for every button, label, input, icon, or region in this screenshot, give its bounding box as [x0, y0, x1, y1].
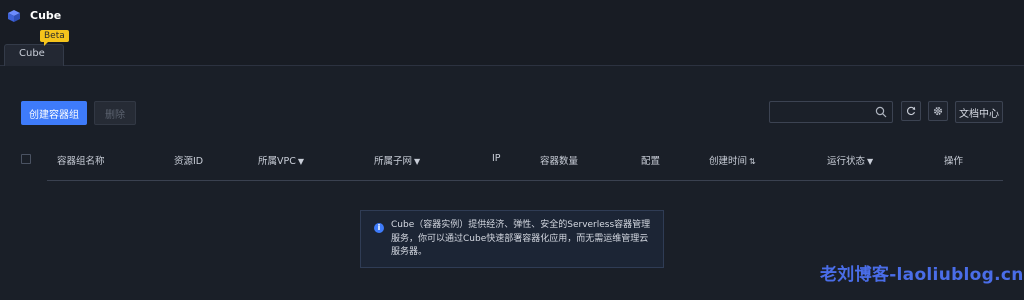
- app-title: Cube: [30, 9, 62, 22]
- column-vpc[interactable]: 所属VPC ▼: [258, 153, 304, 167]
- search-box[interactable]: [769, 101, 893, 123]
- column-actions: 操作: [944, 156, 964, 167]
- gear-icon: [933, 106, 943, 116]
- tab-strip: [0, 36, 1024, 66]
- cube-logo-icon: [8, 10, 20, 22]
- top-bar: Cube: [0, 0, 1024, 36]
- column-ip: IP: [492, 153, 501, 164]
- table-header: 容器组名称 资源ID 所属VPC ▼ 所属子网 ▼ IP 容器数量 配置 创建时间 ⇅…: [18, 148, 1004, 170]
- info-icon: i: [374, 223, 384, 233]
- notice-text: Cube（容器实例）提供经济、弹性、安全的Serverless容器管理服务，你可…: [391, 220, 651, 257]
- filter-caret-icon[interactable]: ▼: [298, 157, 304, 166]
- info-notice: i Cube（容器实例）提供经济、弹性、安全的Serverless容器管理服务，…: [360, 210, 664, 268]
- refresh-button[interactable]: [901, 101, 921, 121]
- column-status[interactable]: 运行状态 ▼: [827, 153, 873, 167]
- column-status-label: 运行状态: [827, 156, 866, 167]
- refresh-icon: [907, 106, 916, 116]
- filter-caret-icon[interactable]: ▼: [414, 157, 420, 166]
- tab-label: Cube: [19, 48, 45, 59]
- column-vpc-label: 所属VPC: [258, 156, 296, 167]
- column-config: 配置: [641, 156, 661, 167]
- search-input[interactable]: [774, 104, 878, 122]
- sort-icon[interactable]: ⇅: [749, 157, 756, 166]
- column-subnet-label: 所属子网: [374, 156, 413, 167]
- column-created-time[interactable]: 创建时间 ⇅: [709, 153, 756, 167]
- settings-button[interactable]: [928, 101, 948, 121]
- column-subnet[interactable]: 所属子网 ▼: [374, 153, 420, 167]
- tab-cube[interactable]: Cube: [4, 44, 64, 66]
- column-name: 容器组名称: [57, 156, 105, 167]
- watermark: 老刘博客-laoliublog.cn: [820, 265, 1024, 285]
- column-container-count: 容器数量: [540, 156, 579, 167]
- table-divider: [47, 180, 1003, 181]
- create-container-group-button[interactable]: 创建容器组: [21, 101, 87, 125]
- docs-center-button[interactable]: 文档中心: [955, 101, 1003, 123]
- filter-caret-icon[interactable]: ▼: [867, 157, 873, 166]
- search-icon[interactable]: [875, 106, 887, 118]
- beta-badge: Beta: [40, 30, 69, 46]
- delete-button[interactable]: 删除: [94, 101, 136, 125]
- column-resource-id: 资源ID: [174, 156, 204, 167]
- column-created-time-label: 创建时间: [709, 156, 748, 167]
